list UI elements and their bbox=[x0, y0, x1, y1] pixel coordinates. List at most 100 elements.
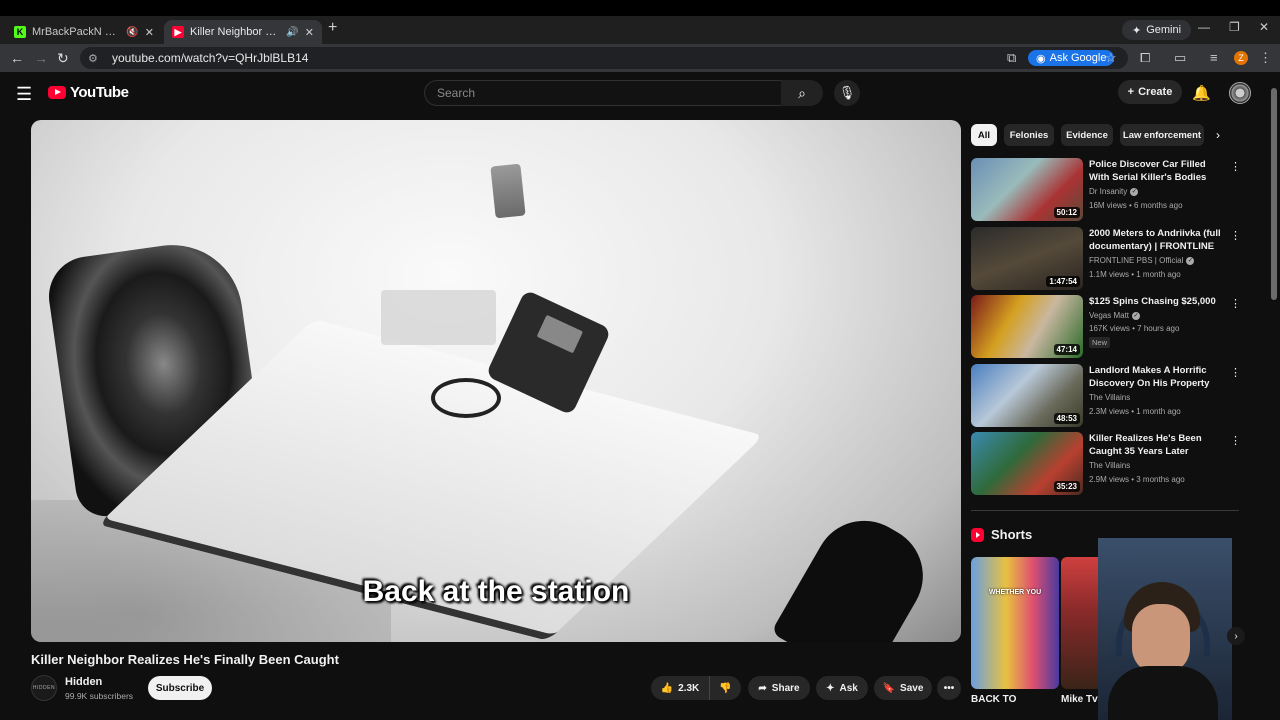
notifications-bell-icon[interactable]: 🔔 bbox=[1192, 84, 1211, 102]
recommendation-title[interactable]: 2000 Meters to Andriivka (full documenta… bbox=[1089, 227, 1227, 253]
split-view-icon[interactable]: ▭ bbox=[1174, 50, 1186, 66]
close-tab-icon[interactable]: ✕ bbox=[305, 26, 314, 39]
short-title[interactable]: Mike Tv bbox=[1061, 694, 1098, 705]
chrome-menu-icon[interactable]: ⋮ bbox=[1259, 50, 1272, 66]
video-duration: 50:12 bbox=[1053, 207, 1080, 218]
search-input[interactable]: Search bbox=[424, 80, 782, 106]
recommendation-meta: 2.3M views • 1 month ago bbox=[1089, 407, 1181, 416]
like-count: 2.3K bbox=[678, 682, 700, 694]
menu-icon[interactable]: ☰ bbox=[16, 84, 32, 105]
video-frame-phone-cord bbox=[431, 378, 501, 418]
shorts-heading: Shorts bbox=[991, 527, 1033, 542]
ask-google-button[interactable]: ◉ Ask Google bbox=[1028, 50, 1115, 66]
streamer-webcam-overlay bbox=[1098, 538, 1232, 720]
more-vertical-icon[interactable]: ⋮ bbox=[1230, 229, 1241, 242]
chip-evidence[interactable]: Evidence bbox=[1061, 124, 1113, 146]
video-thumbnail[interactable]: 48:53 bbox=[971, 364, 1083, 427]
back-icon[interactable]: ← bbox=[10, 50, 24, 66]
page-scrollbar[interactable] bbox=[1271, 88, 1277, 300]
chip-all[interactable]: All bbox=[971, 124, 997, 146]
shorts-icon bbox=[971, 527, 984, 542]
video-thumbnail[interactable]: 50:12 bbox=[971, 158, 1083, 221]
chip-felonies[interactable]: Felonies bbox=[1004, 124, 1054, 146]
share-label: Share bbox=[771, 682, 800, 694]
like-button[interactable]: 👍 2.3K bbox=[651, 676, 709, 700]
profile-avatar[interactable]: Z bbox=[1234, 51, 1248, 65]
browser-tab-youtube[interactable]: ▶ Killer Neighbor Realizes He's 🔊 ✕ bbox=[164, 20, 322, 44]
recommendation-title[interactable]: Landlord Makes A Horrific Discovery On H… bbox=[1089, 364, 1227, 390]
account-avatar[interactable] bbox=[1229, 82, 1251, 104]
search-placeholder: Search bbox=[437, 86, 476, 100]
voice-search-button[interactable]: 🎙 bbox=[834, 80, 860, 106]
more-horizontal-icon: ••• bbox=[943, 682, 955, 694]
recommendation-channel: FRONTLINE PBS | Official ✓ bbox=[1089, 256, 1195, 265]
share-icon: ➦ bbox=[758, 682, 767, 694]
thumbs-up-icon: 👍 bbox=[660, 682, 674, 694]
speaker-icon[interactable]: 🔊 bbox=[286, 27, 298, 38]
reload-icon[interactable]: ↻ bbox=[57, 50, 69, 67]
video-thumbnail[interactable]: 47:14 bbox=[971, 295, 1083, 358]
browser-tab-stream[interactable]: K MrBackPackN Stream - Wat 🔇 ✕ bbox=[6, 20, 162, 44]
bookmark-star-icon[interactable]: ☆ bbox=[1105, 50, 1117, 66]
channel-name[interactable]: Hidden bbox=[65, 676, 102, 688]
dislike-button[interactable]: 👎 bbox=[709, 676, 741, 700]
address-bar[interactable]: ⚙ youtube.com/watch?v=QHrJblBLB14 bbox=[80, 47, 1128, 69]
share-button[interactable]: ➦ Share bbox=[748, 676, 810, 700]
create-button[interactable]: + Create bbox=[1118, 80, 1182, 104]
media-control-icon[interactable]: ≡ bbox=[1210, 50, 1218, 65]
minimize-icon[interactable]: — bbox=[1198, 20, 1210, 34]
close-tab-icon[interactable]: ✕ bbox=[145, 26, 154, 39]
new-tab-icon[interactable]: + bbox=[328, 19, 337, 37]
site-info-icon[interactable]: ⚙ bbox=[88, 52, 102, 65]
video-caption: Back at the station bbox=[362, 575, 630, 608]
recommendation-item[interactable]: 1:47:54 2000 Meters to Andriivka (full d… bbox=[971, 227, 1241, 291]
create-label: Create bbox=[1138, 86, 1173, 98]
forward-icon[interactable]: → bbox=[34, 50, 48, 66]
short-thumbnail[interactable]: WHETHER YOU bbox=[971, 557, 1059, 689]
install-app-icon[interactable]: ⧉ bbox=[1007, 50, 1016, 66]
video-title: Killer Neighbor Realizes He's Finally Be… bbox=[31, 652, 339, 667]
more-vertical-icon[interactable]: ⋮ bbox=[1230, 160, 1241, 173]
more-vertical-icon[interactable]: ⋮ bbox=[1230, 297, 1241, 310]
chevron-right-icon[interactable]: › bbox=[1216, 128, 1220, 142]
recommendation-title[interactable]: $125 Spins Chasing $25,000 bbox=[1089, 295, 1227, 308]
gemini-button[interactable]: ✦ Gemini bbox=[1122, 20, 1192, 40]
tab-title: Killer Neighbor Realizes He's bbox=[190, 26, 282, 38]
video-player[interactable]: Back at the station bbox=[31, 120, 961, 642]
recommendation-title[interactable]: Killer Realizes He's Been Caught 35 Year… bbox=[1089, 432, 1227, 458]
recommendation-item[interactable]: 48:53 Landlord Makes A Horrific Discover… bbox=[971, 364, 1241, 428]
video-thumbnail[interactable]: 1:47:54 bbox=[971, 227, 1083, 290]
recommendation-item[interactable]: 50:12 Police Discover Car Filled With Se… bbox=[971, 158, 1241, 222]
recommendation-meta: 2.9M views • 3 months ago bbox=[1089, 475, 1185, 484]
recommendation-title[interactable]: Police Discover Car Filled With Serial K… bbox=[1089, 158, 1227, 184]
subscribe-button[interactable]: Subscribe bbox=[148, 676, 212, 700]
shorts-next-icon[interactable]: › bbox=[1227, 627, 1245, 645]
short-title[interactable]: BACK TO bbox=[971, 694, 1016, 705]
kick-icon: K bbox=[14, 26, 26, 38]
lens-icon: ◉ bbox=[1036, 52, 1046, 65]
save-button[interactable]: 🔖 Save bbox=[874, 676, 932, 700]
extensions-icon[interactable]: ⧠ bbox=[1140, 50, 1150, 66]
restore-icon[interactable]: ❐ bbox=[1229, 20, 1240, 34]
search-button[interactable]: ⌕ bbox=[781, 80, 823, 106]
recommendation-meta: 1.1M views • 1 month ago bbox=[1089, 270, 1181, 279]
filter-chips: All Felonies Evidence Law enforcement bbox=[971, 124, 1241, 146]
video-thumbnail[interactable]: 35:23 bbox=[971, 432, 1083, 495]
recommendation-channel: The Villains bbox=[1089, 461, 1131, 470]
recommendation-meta: 167K views • 7 hours ago bbox=[1089, 324, 1180, 333]
window-close-icon[interactable]: ✕ bbox=[1259, 20, 1269, 34]
channel-avatar[interactable]: HIDDEN bbox=[31, 675, 57, 701]
save-label: Save bbox=[900, 682, 924, 694]
muted-icon[interactable]: 🔇 bbox=[126, 27, 138, 38]
tab-title: MrBackPackN Stream - Wat bbox=[32, 26, 122, 38]
recommendation-item[interactable]: 47:14 $125 Spins Chasing $25,000 Vegas M… bbox=[971, 295, 1241, 359]
youtube-logo[interactable]: YouTube bbox=[48, 84, 129, 101]
more-actions-button[interactable]: ••• bbox=[937, 676, 961, 700]
more-vertical-icon[interactable]: ⋮ bbox=[1230, 434, 1241, 447]
ask-button[interactable]: ✦ Ask bbox=[816, 676, 868, 700]
browser-tab-strip: K MrBackPackN Stream - Wat 🔇 ✕ ▶ Killer … bbox=[0, 16, 1280, 44]
recommendation-item[interactable]: 35:23 Killer Realizes He's Been Caught 3… bbox=[971, 432, 1241, 496]
chip-law-enforcement[interactable]: Law enforcement bbox=[1120, 124, 1204, 146]
ask-google-label: Ask Google bbox=[1049, 52, 1107, 64]
more-vertical-icon[interactable]: ⋮ bbox=[1230, 366, 1241, 379]
